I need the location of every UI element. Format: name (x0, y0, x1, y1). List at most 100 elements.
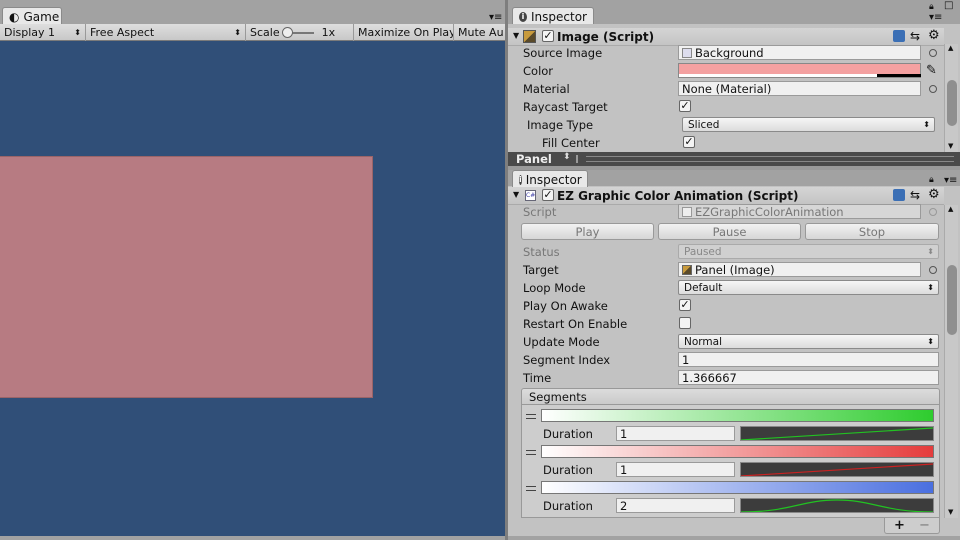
aspect-label: Free Aspect (90, 26, 155, 39)
ez-component-header[interactable]: ▼ C# ✓ EZ Graphic Color Animation (Scrip… (508, 187, 944, 205)
scale-label: Scale (250, 26, 280, 39)
duration-value: 1 (620, 462, 628, 477)
image-type-dropdown[interactable]: Sliced ⬍ (682, 117, 935, 132)
aspect-dropdown[interactable]: Free Aspect ⬍ (86, 24, 246, 41)
pause-button[interactable]: Pause (658, 223, 801, 240)
duration-value: 1 (620, 426, 628, 441)
scroll-up-icon[interactable]: ▲ (948, 44, 953, 52)
tab-inspector-bottom[interactable]: i Inspector (512, 170, 588, 187)
restart-on-enable-checkbox[interactable] (679, 317, 691, 329)
play-button[interactable]: Play (521, 223, 654, 240)
fill-center-checkbox[interactable]: ✓ (683, 136, 695, 148)
list-footer: + − (884, 518, 940, 534)
loop-mode-dropdown[interactable]: Default ⬍ (678, 280, 939, 295)
pause-label: Pause (712, 224, 747, 239)
preview-bar[interactable]: Panel ⬍ (508, 152, 960, 166)
drag-handle-icon[interactable] (526, 450, 536, 455)
segment-index-field[interactable]: 1 (678, 352, 939, 367)
segment-curve[interactable] (740, 462, 934, 477)
segment-curve[interactable] (740, 498, 934, 513)
dropdown-arrow-icon: ⬍ (927, 337, 934, 346)
tab-menu-icon[interactable]: ▾≡ (944, 175, 957, 186)
preset-icon[interactable]: ⇆ (910, 29, 920, 43)
help-book-icon[interactable] (893, 189, 905, 201)
drag-handle[interactable] (576, 155, 578, 163)
maximize-label: Maximize On Play (358, 26, 454, 39)
segment-curve[interactable] (740, 426, 934, 441)
image-enabled-checkbox[interactable]: ✓ (542, 30, 554, 42)
lock-icon[interactable]: 🔒︎ (929, 2, 934, 12)
play-on-awake-checkbox[interactable]: ✓ (679, 299, 691, 311)
maximize-on-play-toggle[interactable]: Maximize On Play (354, 24, 454, 41)
scroll-up-icon[interactable]: ▲ (948, 205, 953, 213)
add-segment-button[interactable]: + (894, 518, 905, 533)
alpha-bar (877, 74, 921, 77)
object-picker-icon[interactable] (929, 49, 937, 57)
drag-handle-icon[interactable] (526, 486, 536, 491)
source-image-field[interactable]: Background (678, 45, 921, 60)
window-maximize-icon[interactable]: □ (944, 0, 953, 11)
tab-inspector-top[interactable]: i Inspector (512, 7, 594, 24)
tab-game[interactable]: ◐ Game (2, 7, 62, 24)
color-label: Color (523, 64, 554, 78)
material-value: None (Material) (682, 81, 772, 96)
scroll-down-icon[interactable]: ▼ (948, 508, 953, 516)
duration-field[interactable]: 1 (616, 462, 735, 477)
inspector-tab-label: Inspector (525, 172, 582, 187)
dropdown-arrow-icon: ⬍ (923, 120, 930, 129)
ez-enabled-checkbox[interactable]: ✓ (542, 189, 554, 201)
duration-field[interactable]: 1 (616, 426, 735, 441)
scroll-thumb[interactable] (947, 265, 957, 335)
dropdown-arrow-icon: ⬍ (234, 28, 241, 37)
source-image-label: Source Image (523, 46, 603, 60)
inspector-tab-label: Inspector (531, 9, 587, 24)
top-inspector-scrollbar[interactable]: ▲ ▼ (944, 44, 958, 152)
image-type-value: Sliced (688, 118, 720, 131)
scroll-thumb[interactable] (947, 80, 957, 126)
stop-button[interactable]: Stop (805, 223, 939, 240)
remove-segment-button[interactable]: − (919, 518, 930, 533)
foldout-arrow-icon[interactable]: ▼ (513, 31, 519, 40)
gear-icon[interactable]: ⚙ (928, 187, 940, 202)
drag-handle-icon[interactable] (526, 414, 536, 419)
color-field[interactable] (678, 63, 921, 78)
image-component-header[interactable]: ▼ ✓ Image (Script) ⇆ ⚙ (508, 28, 944, 46)
material-field[interactable]: None (Material) (678, 81, 921, 96)
alpha-bar-fill (679, 74, 877, 77)
status-label: Status (523, 245, 560, 259)
game-controller-icon: ◐ (9, 9, 20, 24)
eyedropper-icon[interactable]: ✎ (926, 63, 937, 78)
object-picker-icon[interactable] (929, 85, 937, 93)
display-label: Display 1 (4, 26, 56, 39)
scale-slider[interactable] (281, 26, 314, 38)
play-on-awake-label: Play On Awake (523, 299, 608, 313)
object-picker-icon[interactable] (929, 266, 937, 274)
segment-gradient[interactable] (541, 481, 934, 494)
sprite-icon (682, 47, 692, 58)
preset-icon[interactable]: ⇆ (910, 188, 920, 202)
segment-gradient[interactable] (541, 445, 934, 458)
gear-icon[interactable]: ⚙ (928, 28, 940, 43)
scale-slider-handle[interactable] (281, 26, 293, 38)
duration-field[interactable]: 2 (616, 498, 735, 513)
time-field[interactable]: 1.366667 (678, 370, 939, 385)
scroll-down-icon[interactable]: ▼ (948, 142, 953, 150)
game-tab-label: Game (23, 9, 60, 24)
display-dropdown[interactable]: Display 1 ⬍ (0, 24, 86, 41)
segment-gradient[interactable] (541, 409, 934, 422)
preview-drag-lines[interactable] (586, 156, 954, 162)
script-field: EZGraphicColorAnimation (678, 204, 921, 219)
tab-menu-icon[interactable]: ▾≡ (929, 12, 942, 23)
lock-icon[interactable]: 🔒︎ (929, 175, 934, 185)
foldout-arrow-icon[interactable]: ▼ (513, 190, 519, 199)
target-field[interactable]: Panel (Image) (678, 262, 921, 277)
raycast-target-checkbox[interactable]: ✓ (679, 100, 691, 112)
tab-menu-icon[interactable]: ▾≡ (489, 12, 502, 23)
play-label: Play (575, 224, 600, 239)
preview-title: Panel (516, 152, 552, 166)
game-view[interactable] (0, 41, 505, 536)
help-book-icon[interactable] (893, 30, 905, 42)
mute-audio-toggle[interactable]: Mute Au (454, 24, 505, 41)
bottom-inspector-scrollbar[interactable]: ▲ ▼ (944, 205, 958, 518)
update-mode-dropdown[interactable]: Normal ⬍ (678, 334, 939, 349)
